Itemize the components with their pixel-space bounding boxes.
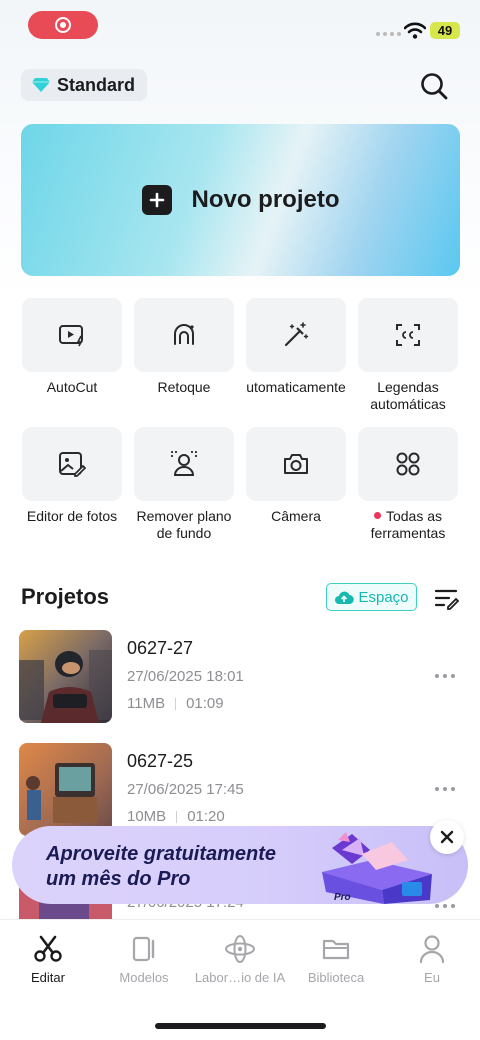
plan-badge[interactable]: Standard xyxy=(21,69,148,101)
nav-label: Eu xyxy=(424,970,440,985)
tool-photo-editor[interactable]: Editor de fotos xyxy=(22,427,122,525)
tool-label: Legendas automáticas xyxy=(370,379,446,412)
new-project-label: Novo projeto xyxy=(191,186,340,213)
tool-tile xyxy=(22,298,122,372)
tool-remove-background[interactable]: Remover plano de fundo xyxy=(134,427,234,542)
promo-text: Aproveite gratuitamente um mês do Pro xyxy=(46,842,276,892)
tool-tile xyxy=(134,298,234,372)
project-item[interactable]: 0627-25 27/06/2025 17:45 10MB 01:20 xyxy=(19,743,460,836)
tool-label: Editor de fotos xyxy=(26,508,118,524)
project-meta: 10MB 01:20 xyxy=(127,808,225,825)
status-bar: 49 xyxy=(0,0,480,50)
retouch-icon xyxy=(174,324,194,345)
tool-auto-captions[interactable]: Legendas automáticas xyxy=(358,298,458,413)
cellular-signal-icon xyxy=(376,32,401,36)
search-icon[interactable] xyxy=(418,70,450,102)
tool-label-wrapper: Todas as ferramentas xyxy=(358,508,458,542)
plus-icon xyxy=(141,185,172,215)
meta-separator xyxy=(176,810,178,823)
record-icon xyxy=(55,17,71,33)
camera-icon xyxy=(284,454,308,474)
folder-icon xyxy=(322,939,350,960)
new-badge-dot xyxy=(373,512,381,519)
wifi-icon xyxy=(404,22,426,39)
project-duration: 01:09 xyxy=(186,695,224,712)
tool-label: Todas as ferramentas xyxy=(370,508,446,541)
close-icon xyxy=(440,830,454,844)
close-promo-button[interactable] xyxy=(430,820,464,854)
project-thumbnail xyxy=(19,743,112,836)
diamond-icon xyxy=(32,78,50,92)
projects-title: Projetos xyxy=(21,584,110,609)
pro-label: Pro xyxy=(334,892,351,903)
nav-label: Modelos xyxy=(119,970,169,985)
nav-edit[interactable]: Editar xyxy=(0,934,96,985)
nav-label: Labor…io de IA xyxy=(194,970,286,985)
sort-edit-icon[interactable] xyxy=(434,585,460,611)
tool-label: Câmera xyxy=(271,508,321,524)
tool-tile xyxy=(246,298,346,372)
tool-tile xyxy=(358,427,458,501)
tool-all-tools[interactable]: Todas as ferramentas xyxy=(358,427,458,542)
templates-icon xyxy=(132,936,155,962)
project-date: 27/06/2025 17:45 xyxy=(127,781,244,798)
project-item[interactable]: 0627-27 27/06/2025 18:01 11MB 01:09 xyxy=(19,630,460,723)
nav-templates[interactable]: Modelos xyxy=(96,934,192,985)
tool-tile xyxy=(358,298,458,372)
meta-separator xyxy=(175,697,177,710)
scissors-icon xyxy=(34,935,62,962)
promo-line-1: Aproveite gratuitamente xyxy=(46,843,277,865)
more-options-icon[interactable] xyxy=(435,783,459,795)
tool-label: AutoCut xyxy=(46,379,98,395)
screen-recording-indicator[interactable] xyxy=(28,11,98,39)
tool-tile xyxy=(134,427,234,501)
tool-tile xyxy=(22,427,122,501)
project-date: 27/06/2025 18:01 xyxy=(127,668,244,685)
grid-icon xyxy=(396,452,420,476)
tool-label: utomaticamente xyxy=(246,379,346,395)
project-duration: 01:20 xyxy=(187,808,225,825)
battery-indicator: 49 xyxy=(430,22,460,39)
nav-profile[interactable]: Eu xyxy=(384,934,480,985)
new-project-button[interactable]: Novo projeto xyxy=(21,124,460,276)
project-thumbnail xyxy=(19,630,112,723)
tool-tile xyxy=(246,427,346,501)
profile-icon xyxy=(419,935,445,964)
tool-label: Remover plano de fundo xyxy=(136,508,232,541)
magic-wand-icon xyxy=(284,322,309,347)
autocut-icon xyxy=(59,325,83,347)
project-meta: 11MB 01:09 xyxy=(127,695,224,712)
project-name: 0627-27 xyxy=(127,638,194,658)
more-options-icon[interactable] xyxy=(435,670,459,682)
plan-label: Standard xyxy=(57,74,136,95)
tool-autocut[interactable]: AutoCut xyxy=(22,298,122,396)
promo-banner[interactable]: Aproveite gratuitamente um mês do Pro Pr… xyxy=(12,826,468,904)
cloud-space-button[interactable]: Espaço xyxy=(326,583,417,611)
nav-label: Editar xyxy=(31,970,65,985)
ai-lab-icon xyxy=(225,935,255,963)
nav-ai-lab[interactable]: Labor…io de IA xyxy=(192,934,288,985)
cloud-space-label: Espaço xyxy=(358,588,409,606)
photo-edit-icon xyxy=(59,452,86,477)
pro-gift-illustration: Pro xyxy=(322,832,432,904)
project-size: 10MB xyxy=(127,808,167,825)
bottom-navigation: Editar Modelos Labor…io de IA Biblioteca… xyxy=(0,919,480,1040)
tool-label: Retoque xyxy=(157,379,211,395)
nav-library[interactable]: Biblioteca xyxy=(288,934,384,985)
project-size: 11MB xyxy=(127,695,166,712)
project-name: 0627-25 xyxy=(127,751,194,771)
cloud-upload-icon xyxy=(335,591,355,605)
tool-camera[interactable]: Câmera xyxy=(246,427,346,525)
promo-line-2: um mês do Pro xyxy=(46,868,191,890)
tool-auto-enhance[interactable]: utomaticamente xyxy=(246,298,346,396)
tool-retouch[interactable]: Retoque xyxy=(134,298,234,396)
nav-label: Biblioteca xyxy=(307,970,365,985)
captions-icon xyxy=(396,324,420,346)
home-indicator[interactable] xyxy=(155,1023,326,1029)
remove-bg-icon xyxy=(171,451,197,476)
